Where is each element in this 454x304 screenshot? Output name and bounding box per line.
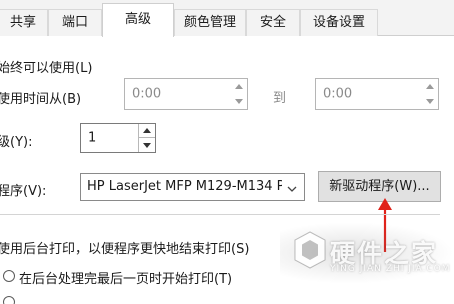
tab-label: 颜色管理 xyxy=(183,15,236,30)
driver-select-value: HP LaserJet MFP M129-M134 PCLm-S xyxy=(87,179,282,194)
priority-value: 1 xyxy=(88,130,97,146)
tab-advanced[interactable]: 高级 xyxy=(102,3,174,37)
tab-label: 共享 xyxy=(9,15,36,30)
after-last-page-radio[interactable] xyxy=(3,270,15,282)
watermark-logo-icon xyxy=(294,231,326,269)
spinner-arrows xyxy=(138,124,155,152)
after-last-page-label[interactable]: 在后台处理完最后一页时开始打印(T) xyxy=(19,268,232,287)
available-from-radio-label[interactable]: 使用时间从(B) xyxy=(0,88,81,107)
tab-sharing[interactable]: 共享 xyxy=(0,9,48,36)
priority-label: 级(Y): xyxy=(0,135,33,150)
to-time-spinner[interactable]: 0:00 xyxy=(315,78,439,110)
spin-down-icon[interactable] xyxy=(421,94,438,109)
immediate-print-radio[interactable] xyxy=(3,296,15,304)
to-label: 到 xyxy=(273,91,287,106)
tab-color-management[interactable]: 颜色管理 xyxy=(174,9,246,36)
tab-label: 安全 xyxy=(259,15,286,30)
spinner-arrows xyxy=(230,79,247,109)
driver-select[interactable]: HP LaserJet MFP M129-M134 PCLm-S xyxy=(80,173,305,201)
tab-ports[interactable]: 端口 xyxy=(48,9,102,36)
from-time-value: 0:00 xyxy=(132,86,162,102)
always-available-radio-label[interactable]: 始终可以使用(L) xyxy=(0,57,92,76)
tab-label: 设备设置 xyxy=(312,15,365,30)
priority-spinner[interactable]: 1 xyxy=(80,123,156,153)
spinner-arrows xyxy=(421,79,438,109)
spin-up-icon[interactable] xyxy=(230,79,247,94)
tab-device-settings[interactable]: 设备设置 xyxy=(300,9,378,36)
section-divider xyxy=(0,214,440,215)
tab-label: 端口 xyxy=(61,15,88,30)
spin-down-icon[interactable] xyxy=(230,94,247,109)
spin-down-icon[interactable] xyxy=(138,138,155,152)
tab-security[interactable]: 安全 xyxy=(246,9,300,36)
spin-up-icon[interactable] xyxy=(138,124,155,138)
watermark-subtext: YING JIAN ZHI JIA.COM xyxy=(330,264,451,274)
tab-bar: 共享 端口 高级 颜色管理 安全 设备设置 xyxy=(0,0,454,37)
from-time-spinner[interactable]: 0:00 xyxy=(124,78,248,110)
spin-up-icon[interactable] xyxy=(421,79,438,94)
chevron-down-icon xyxy=(286,180,298,199)
driver-label: 程序(V): xyxy=(0,184,47,199)
to-time-value: 0:00 xyxy=(323,86,353,102)
tab-label: 高级 xyxy=(124,12,151,27)
spool-radio-label[interactable]: 使用后台打印，以便程序更快地结束打印(S) xyxy=(0,238,249,257)
